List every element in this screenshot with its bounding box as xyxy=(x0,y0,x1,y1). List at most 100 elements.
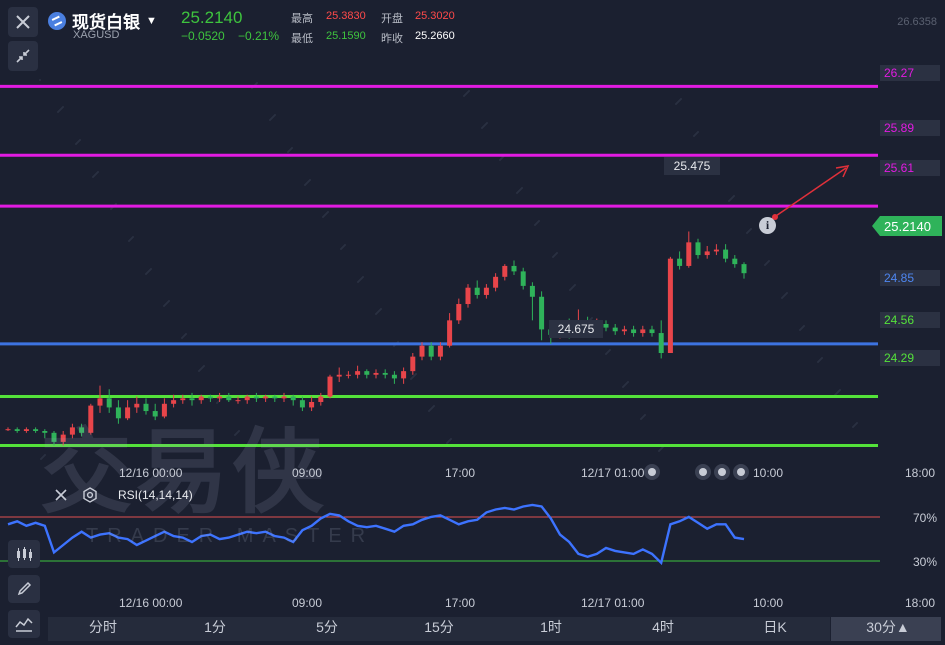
candle-body xyxy=(281,396,287,399)
candle-body xyxy=(5,429,11,431)
map-dot xyxy=(256,82,258,84)
map-dot xyxy=(786,292,788,294)
candle-body xyxy=(631,329,637,334)
rsi-settings-icon[interactable] xyxy=(82,487,98,508)
candle-body xyxy=(649,329,655,334)
candle-body xyxy=(658,333,664,354)
timeframe-4h[interactable]: 4时 xyxy=(640,617,686,637)
map-dot xyxy=(768,260,770,262)
timeframe-5m[interactable]: 5分 xyxy=(304,617,350,637)
timeframe-1m[interactable]: 1分 xyxy=(192,617,238,637)
map-dot xyxy=(556,252,558,254)
page-dot[interactable] xyxy=(714,464,730,480)
timeframe-30m-selected[interactable]: 30分▲ xyxy=(858,617,918,637)
indicator-button[interactable] xyxy=(8,540,40,568)
candle-body xyxy=(428,345,434,357)
candle-body xyxy=(539,296,545,330)
page-dots-group xyxy=(695,464,749,480)
close-button[interactable] xyxy=(8,7,38,37)
collapse-button[interactable] xyxy=(8,41,38,71)
level-tag-2[interactable]: 25.89 xyxy=(880,120,940,136)
candle-body xyxy=(713,249,719,252)
page-dot[interactable] xyxy=(695,464,711,480)
candle-body xyxy=(14,429,20,432)
candle-body xyxy=(299,400,305,408)
candle-body xyxy=(318,396,324,402)
line-tool-button[interactable] xyxy=(8,610,40,638)
candle-body xyxy=(437,345,443,357)
chart-canvas[interactable] xyxy=(0,0,945,645)
page-dot[interactable] xyxy=(644,464,660,480)
candle-body xyxy=(502,265,508,277)
rsi-close-icon[interactable] xyxy=(54,488,68,507)
candle-body xyxy=(493,276,499,288)
candle-body xyxy=(364,371,370,375)
map-dot xyxy=(538,220,540,222)
candle-body xyxy=(189,398,195,401)
info-icon[interactable]: i xyxy=(759,217,776,234)
timeframe-15m[interactable]: 15分 xyxy=(416,617,462,637)
map-dot xyxy=(327,211,329,213)
candle-body xyxy=(207,396,213,399)
xaxis-label-6: 18:00 xyxy=(905,466,936,480)
level-tag-4[interactable]: 24.85 xyxy=(880,270,940,286)
candlestick-icon xyxy=(17,547,32,561)
candle-body xyxy=(410,356,416,372)
candle-body xyxy=(33,429,39,432)
level-tag-5[interactable]: 24.56 xyxy=(880,312,940,328)
last-price: 25.2140 xyxy=(181,8,243,27)
candle-body xyxy=(520,271,526,286)
candle-body xyxy=(373,372,379,375)
timeframe-1h[interactable]: 1时 xyxy=(528,617,574,637)
candle-body xyxy=(161,403,167,417)
current-price-value: 25.2140 xyxy=(884,219,931,234)
draw-button[interactable] xyxy=(8,575,40,603)
candle-body xyxy=(419,345,425,357)
map-dot xyxy=(574,284,576,286)
level-tag-3[interactable]: 25.61 xyxy=(880,160,940,176)
candle-body xyxy=(695,242,701,256)
level-tag-1[interactable]: 26.27 xyxy=(880,65,940,81)
candle-body xyxy=(732,258,738,265)
candle-body xyxy=(741,264,747,274)
map-dot xyxy=(62,106,64,108)
candle-body xyxy=(677,258,683,266)
high-callout: 25.475 xyxy=(664,157,720,175)
map-dot xyxy=(697,131,699,133)
map-dot xyxy=(821,357,823,359)
map-dot xyxy=(680,98,682,100)
map-dot xyxy=(733,195,735,197)
prev-close-value: 25.2660 xyxy=(415,30,455,42)
price-change: −0.0520 xyxy=(181,29,225,43)
rsi-xaxis-label-6: 18:00 xyxy=(905,596,936,610)
high-label: 最高 xyxy=(291,13,313,25)
rsi-xaxis-label-4: 12/17 01:00 xyxy=(581,596,645,610)
candle-body xyxy=(456,304,462,321)
map-dot xyxy=(750,228,752,230)
rsi-xaxis-label-1: 12/16 00:00 xyxy=(119,596,183,610)
candle-body xyxy=(235,400,241,402)
instrument-symbol: XAGUSD xyxy=(73,29,120,41)
candle-body xyxy=(272,396,278,399)
candle-body xyxy=(198,396,204,401)
timeframe-daily[interactable]: 日K xyxy=(752,617,798,637)
candle-body xyxy=(336,374,342,377)
candle-body xyxy=(529,285,535,297)
candle-body xyxy=(447,320,453,346)
rsi-xaxis-label-3: 17:00 xyxy=(445,596,476,610)
candle-body xyxy=(309,401,315,408)
page-dot[interactable] xyxy=(733,464,749,480)
dropdown-caret-icon: ▼ xyxy=(146,14,157,27)
map-dot xyxy=(150,268,152,270)
candle-body xyxy=(474,287,480,295)
map-dot xyxy=(803,325,805,327)
level-tag-6[interactable]: 24.29 xyxy=(880,350,940,366)
xaxis-label-4: 12/17 01:00 xyxy=(581,466,645,480)
projection-arrow xyxy=(769,167,847,221)
candle-body xyxy=(612,327,618,332)
map-dot xyxy=(450,438,452,440)
timeframe-tick[interactable]: 分时 xyxy=(80,617,126,637)
candle-body xyxy=(603,323,609,328)
candle-body xyxy=(134,403,140,408)
map-dot xyxy=(380,308,382,310)
